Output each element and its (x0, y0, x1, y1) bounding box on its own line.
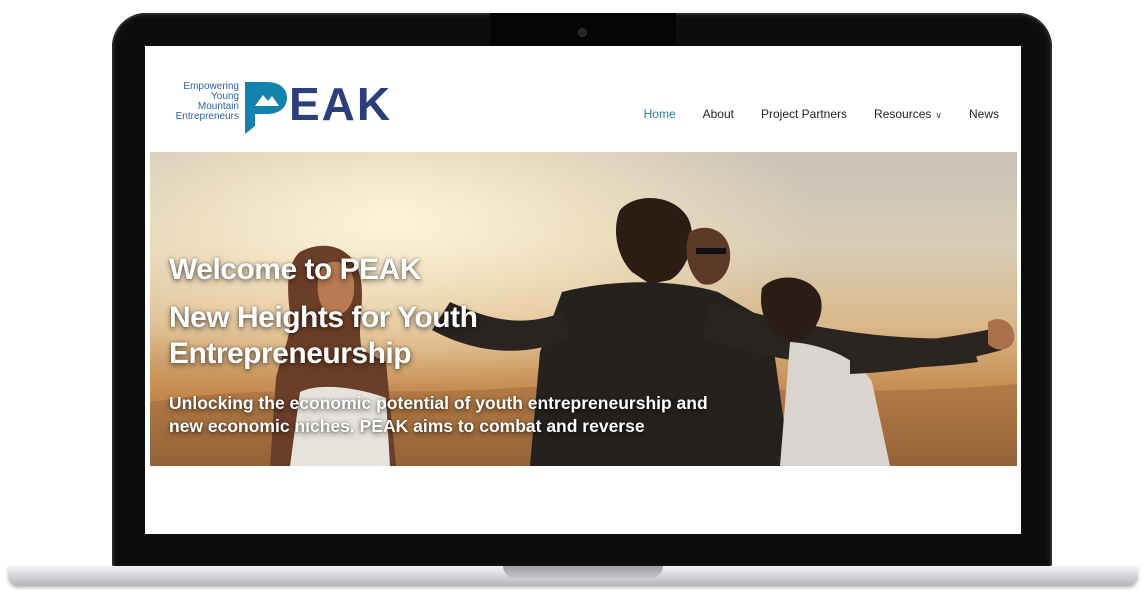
hero-banner: Welcome to PEAK New Heights for Youth En… (150, 152, 1017, 466)
laptop-opening-notch (503, 566, 663, 578)
hero-subtitle: New Heights for Youth Entrepreneurship (169, 301, 478, 370)
site-header: Empowering Young Mountain Entrepreneurs … (145, 46, 1021, 152)
hero-text: Welcome to PEAK New Heights for Youth En… (169, 252, 749, 438)
peak-wordmark: EAK (245, 78, 392, 134)
nav-project-partners[interactable]: Project Partners (761, 107, 847, 121)
nav-news[interactable]: News (969, 107, 999, 121)
nav-resources-label: Resources (874, 107, 932, 121)
laptop-mockup: Empowering Young Mountain Entrepreneurs … (0, 0, 1146, 591)
hero-body: Unlocking the economic potential of yout… (169, 393, 708, 436)
webcam-icon (579, 29, 586, 36)
chevron-down-icon: ∨ (935, 110, 942, 120)
nav-resources[interactable]: Resources ∨ (874, 107, 942, 121)
logo-p-shape (245, 82, 287, 134)
peak-logo[interactable]: Empowering Young Mountain Entrepreneurs … (167, 78, 417, 142)
nav-home[interactable]: Home (644, 107, 676, 121)
hero-title: Welcome to PEAK (169, 253, 422, 286)
nav-about[interactable]: About (703, 107, 734, 121)
tagline-line: Entrepreneurs (175, 111, 239, 122)
logo-tagline: Empowering Young Mountain Entrepreneurs (167, 82, 239, 122)
logo-eak: EAK (289, 78, 392, 130)
laptop-screen: Empowering Young Mountain Entrepreneurs … (145, 46, 1021, 534)
main-nav: Home About Project Partners Resources ∨ N… (644, 107, 999, 121)
